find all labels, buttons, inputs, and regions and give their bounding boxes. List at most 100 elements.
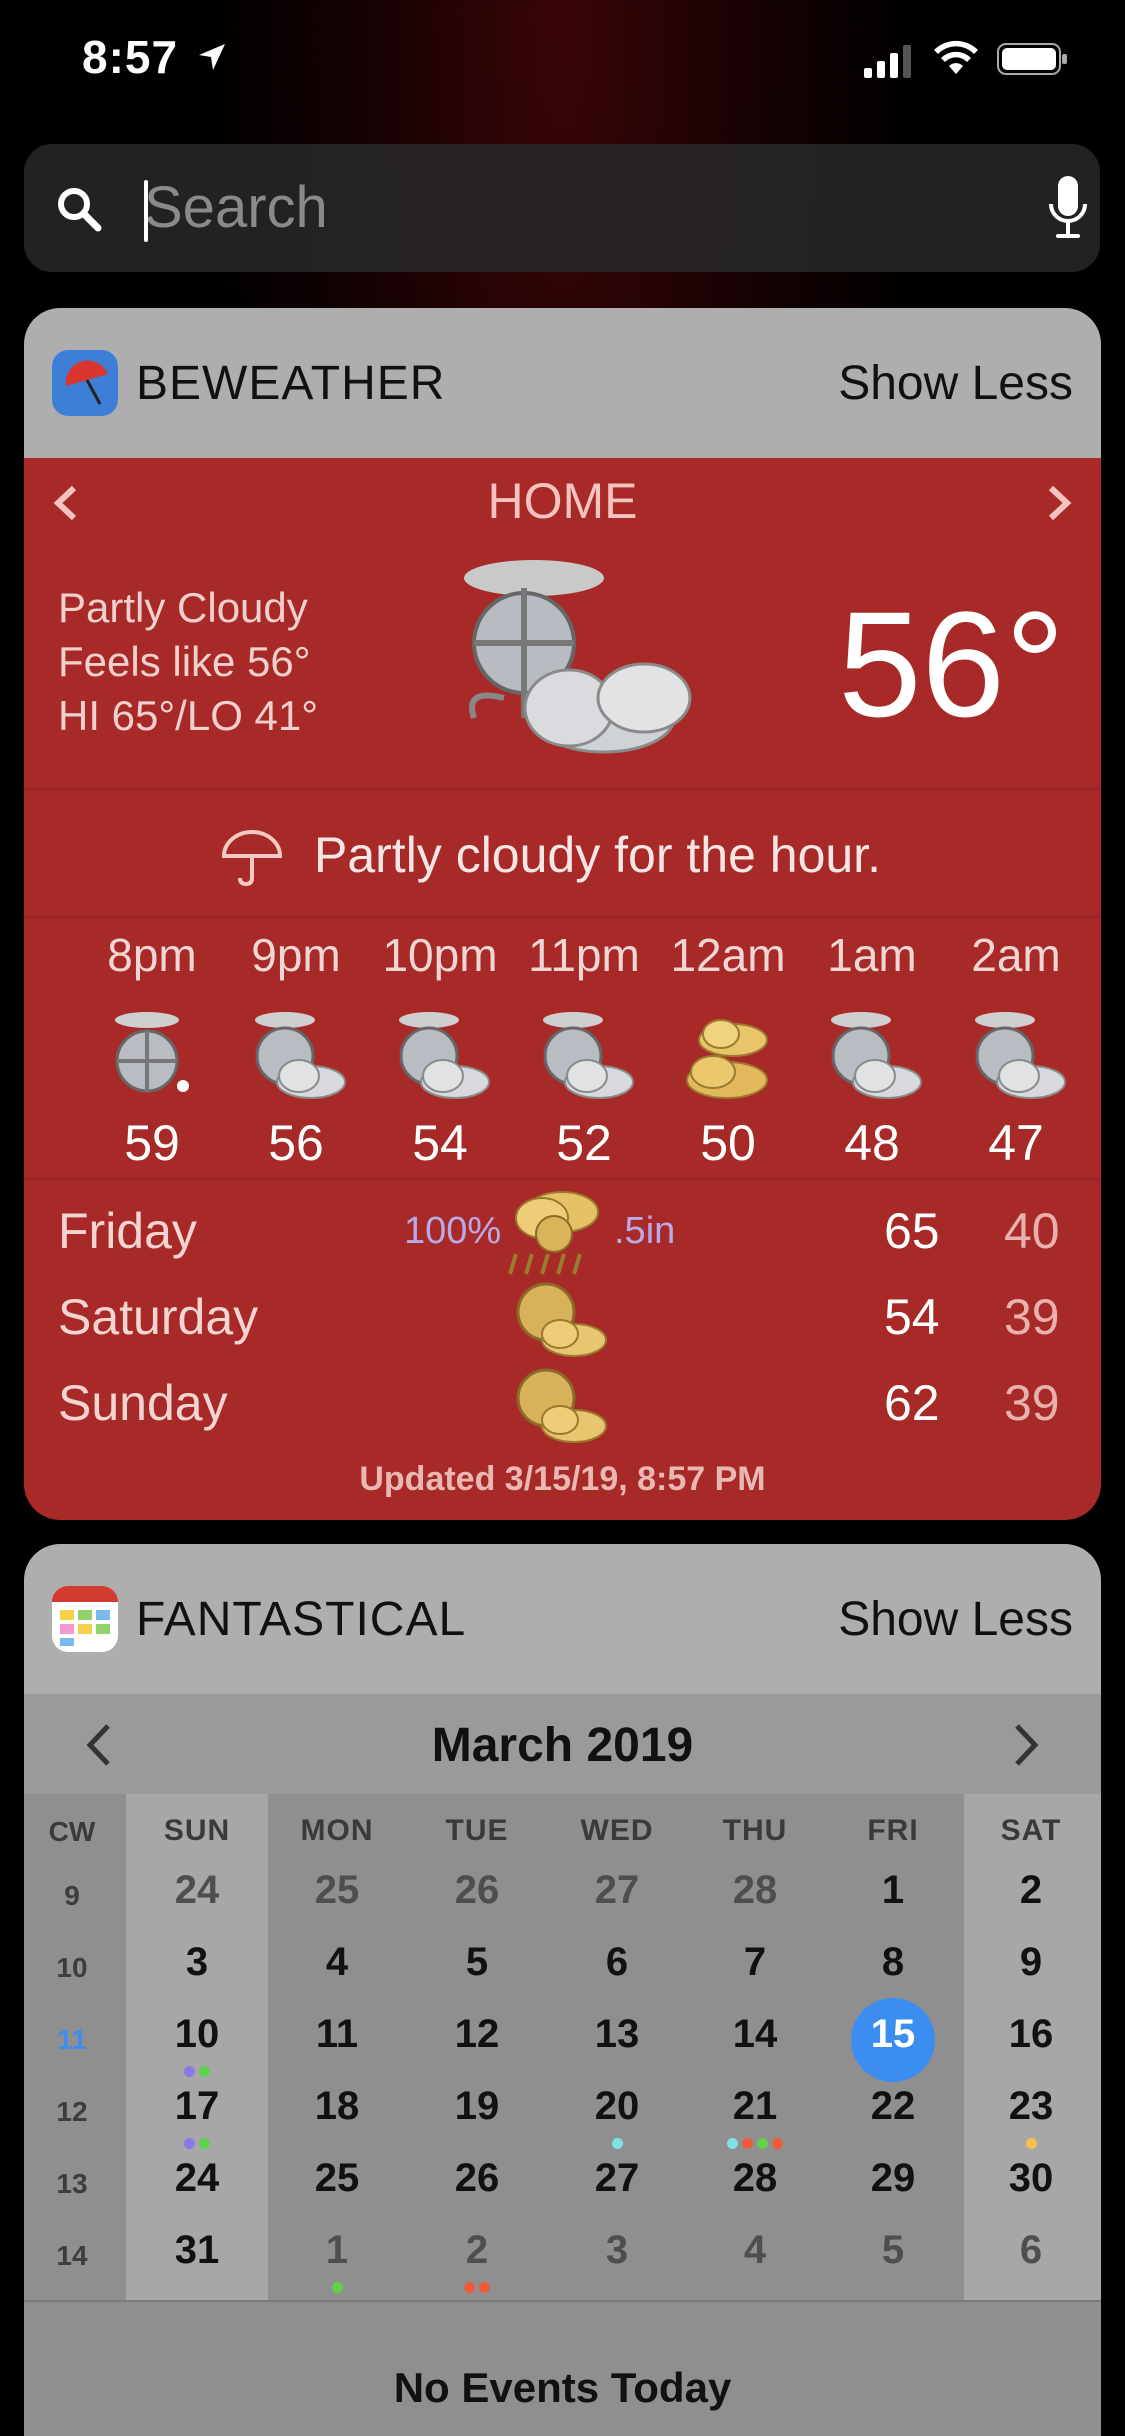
calendar-day[interactable]: 12 (412, 2012, 542, 2057)
month-title: March 2019 (431, 1719, 694, 1772)
hourly-forecast-item: 11pm 52 (512, 928, 656, 1172)
status-bar: 8:57 (0, 0, 1125, 120)
calendar-day[interactable]: 25 (272, 1868, 402, 1913)
hour-time: 9pm (251, 929, 341, 981)
today-day[interactable]: 15 (828, 2012, 958, 2057)
calendar-day[interactable]: 30 (966, 2156, 1096, 2201)
calendar-day[interactable]: 4 (272, 1940, 402, 1985)
event-dot (199, 2066, 210, 2077)
search-bar[interactable]: Search (24, 144, 1100, 272)
calendar-day[interactable]: 17 (132, 2084, 262, 2129)
week-number: 9 (64, 1880, 80, 1911)
event-dot (757, 2138, 768, 2149)
calendar-day[interactable]: 27 (552, 1868, 682, 1913)
chevron-right-icon[interactable] (1011, 1720, 1041, 1770)
calendar-day[interactable]: 3 (552, 2228, 682, 2273)
calendar-day[interactable]: 25 (272, 2156, 402, 2201)
hour-summary: Partly cloudy for the hour. (314, 827, 881, 883)
partly-cloudy-icon (516, 1282, 607, 1357)
hour-time: 12am (670, 929, 786, 981)
calendar-day[interactable]: 1 (272, 2228, 402, 2273)
calendar-day[interactable]: 24 (132, 2156, 262, 2201)
event-dot (727, 2138, 738, 2149)
event-dot (464, 2282, 475, 2293)
event-dot (611, 2138, 623, 2149)
calendar-day[interactable]: 21 (690, 2084, 820, 2129)
calendar-day[interactable]: 10 (132, 2012, 262, 2057)
hourly-forecast-item: 12am 50 (656, 928, 800, 1172)
day-high: 65 (884, 1203, 940, 1259)
hour-time: 11pm (528, 929, 640, 981)
hour-temperature: 48 (844, 1115, 900, 1171)
event-dots (132, 2136, 262, 2149)
day-low: 39 (1004, 1375, 1060, 1431)
calendar-day[interactable]: 28 (690, 1868, 820, 1913)
calendar-day[interactable]: 29 (828, 2156, 958, 2201)
calendar-day[interactable]: 23 (966, 2084, 1096, 2129)
calendar-day[interactable]: 27 (552, 2156, 682, 2201)
week-number: 14 (56, 2240, 88, 2271)
weekday-header: THU (722, 1814, 788, 1847)
calendar-day[interactable]: 8 (828, 1940, 958, 1985)
chevron-right-icon[interactable] (1039, 478, 1079, 528)
hour-temperature: 56 (268, 1115, 324, 1171)
partly-cloudy-icon (543, 1012, 634, 1099)
day-name: Saturday (58, 1289, 259, 1345)
event-dot (479, 2282, 490, 2293)
event-dot (772, 2138, 783, 2149)
calendar-day[interactable]: 16 (966, 2012, 1096, 2057)
beweather-widget[interactable]: BEWEATHER Show Less HOME Partly Cloudy F… (24, 308, 1101, 1520)
calendar-day[interactable]: 26 (412, 2156, 542, 2201)
calendar-day[interactable]: 11 (272, 2012, 402, 2057)
fantastical-widget[interactable]: FANTASTICAL Show Less March 2019 CW SUN … (24, 1544, 1101, 2436)
umbrella-icon (221, 830, 283, 887)
calendar-day[interactable]: 2 (412, 2228, 542, 2273)
calendar-day[interactable]: 26 (412, 1868, 542, 1913)
condition-text: Partly Cloudy (58, 584, 308, 631)
divider (24, 2300, 1101, 2302)
calendar-day[interactable]: 5 (412, 1940, 542, 1985)
hour-time: 10pm (382, 929, 498, 981)
calendar-day[interactable]: 5 (828, 2228, 958, 2273)
weather-panel: HOME Partly Cloudy Feels like 56° HI 65°… (24, 458, 1101, 1520)
calendar-day[interactable]: 31 (132, 2228, 262, 2273)
calendar-day[interactable]: 1 (828, 1868, 958, 1913)
show-less-button[interactable]: Show Less (838, 1592, 1073, 1647)
calendar-day[interactable]: 4 (690, 2228, 820, 2273)
hour-temperature: 52 (556, 1115, 612, 1171)
calendar-day[interactable]: 18 (272, 2084, 402, 2129)
partly-cloudy-icon (255, 1012, 346, 1099)
search-input[interactable]: Search (144, 174, 328, 241)
show-less-button[interactable]: Show Less (838, 356, 1073, 411)
calendar-day[interactable]: 9 (966, 1940, 1096, 1985)
calendar-day[interactable]: 6 (552, 1940, 682, 1985)
calendar-day[interactable]: 14 (690, 2012, 820, 2057)
divider (24, 916, 1101, 918)
event-dot (331, 2282, 343, 2293)
divider (24, 1178, 1101, 1180)
no-events-text: No Events Today (393, 2364, 732, 2411)
calendar-day[interactable]: 6 (966, 2228, 1096, 2273)
microphone-icon[interactable] (1046, 174, 1090, 242)
partly-cloudy-icon (399, 1012, 490, 1099)
hour-temperature: 59 (124, 1115, 180, 1171)
calendar-day[interactable]: 7 (690, 1940, 820, 1985)
calendar-day[interactable]: 13 (552, 2012, 682, 2057)
event-dots (552, 2136, 682, 2149)
event-dot (742, 2138, 753, 2149)
day-low: 39 (1004, 1289, 1060, 1345)
calendar-day[interactable]: 24 (132, 1868, 262, 1913)
weekday-header: SUN (163, 1814, 231, 1847)
calendar-day[interactable]: 22 (828, 2084, 958, 2129)
hourly-forecast-item: 1am 48 (800, 928, 944, 1172)
weekday-header: FRI (867, 1814, 919, 1847)
calendar-day[interactable]: 20 (552, 2084, 682, 2129)
text-cursor (144, 180, 148, 242)
calendar-day[interactable]: 3 (132, 1940, 262, 1985)
weekday-header: TUE (445, 1814, 509, 1847)
weekday-header: MON (300, 1814, 374, 1847)
calendar-day[interactable]: 19 (412, 2084, 542, 2129)
hour-temperature: 47 (988, 1115, 1044, 1171)
calendar-day[interactable]: 2 (966, 1868, 1096, 1913)
calendar-day[interactable]: 28 (690, 2156, 820, 2201)
